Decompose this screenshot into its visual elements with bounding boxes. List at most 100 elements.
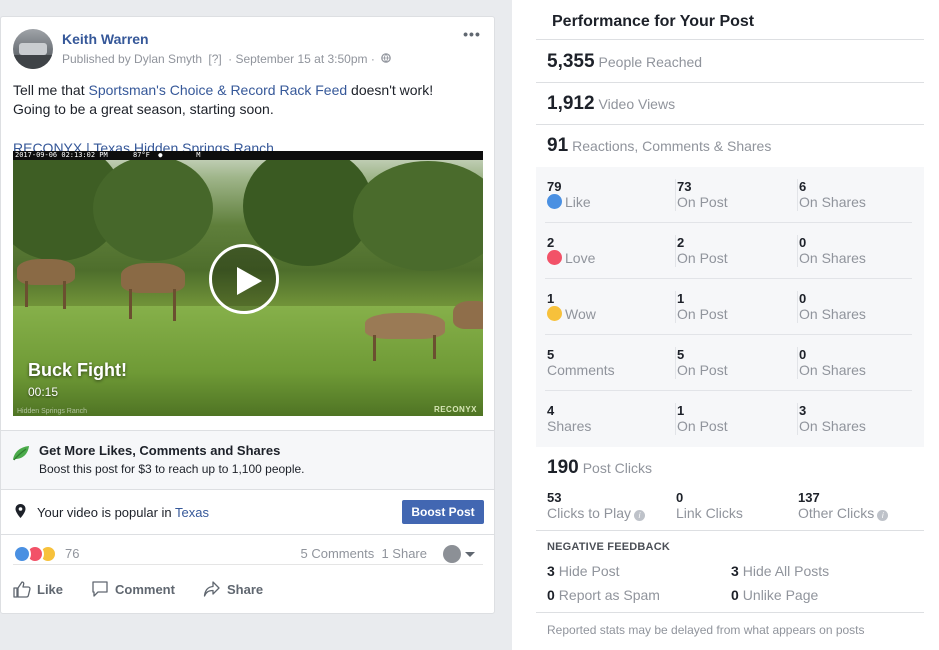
- love-on-post-cell: 2 On Post: [675, 235, 728, 267]
- hide-post-label: Hide Post: [558, 563, 620, 579]
- love-on-shares-cell: 0 On Shares: [797, 235, 866, 267]
- reaction-icons[interactable]: [13, 545, 65, 563]
- comments-on-post-label: On Post: [677, 362, 728, 378]
- post-text-line2: Going to be a great season, starting soo…: [13, 101, 274, 117]
- love-on-shares-value: 0: [799, 235, 807, 250]
- comments-total-value: 5: [547, 347, 555, 362]
- reaction-count[interactable]: 76: [65, 546, 79, 561]
- people-reached-value: 5,355: [547, 51, 595, 72]
- author-avatar[interactable]: [13, 29, 53, 69]
- boost-post-button[interactable]: Boost Post: [402, 500, 484, 524]
- engagement-label: Reactions, Comments & Shares: [572, 138, 772, 154]
- post-header: Keith Warren Published by Dylan Smyth [?…: [13, 27, 482, 71]
- comments-on-post-value: 5: [677, 347, 685, 362]
- comment-button[interactable]: Comment: [91, 577, 191, 603]
- performance-panel: Performance for Your Post 5,355 People Re…: [512, 0, 939, 650]
- like-on-shares-cell: 6 On Shares: [797, 179, 866, 211]
- hide-post-value: 3: [547, 563, 555, 579]
- boost-promo[interactable]: Get More Likes, Comments and Shares Boos…: [1, 430, 494, 490]
- share-button[interactable]: Share: [203, 577, 283, 603]
- wow-on-post-value: 1: [677, 291, 685, 306]
- more-options-icon[interactable]: •••: [462, 27, 482, 45]
- chevron-down-icon[interactable]: [465, 552, 475, 557]
- like-total-cell: 79 Like: [547, 179, 591, 211]
- other-clicks-value: 137: [798, 490, 820, 505]
- popular-place-link[interactable]: Texas: [175, 505, 209, 520]
- wow-on-post-label: On Post: [677, 306, 728, 322]
- post-text-pre: Tell me that: [13, 82, 89, 98]
- wow-total-cell: 1 Wow: [547, 291, 596, 323]
- like-reaction-icon: [13, 545, 31, 563]
- clicks-to-play-label: Clicks to Play: [547, 505, 632, 521]
- video-views-stat: 1,912 Video Views: [547, 93, 675, 115]
- post-clicks-value: 190: [547, 457, 579, 478]
- info-icon[interactable]: i: [877, 510, 889, 521]
- shares-on-post-value: 1: [677, 403, 685, 418]
- love-on-post-label: On Post: [677, 250, 728, 266]
- thumbs-up-icon: [13, 581, 31, 598]
- people-reached-stat: 5,355 People Reached: [547, 51, 702, 73]
- like-button[interactable]: Like: [13, 577, 73, 603]
- video-views-label: Video Views: [598, 96, 676, 112]
- post-card: Keith Warren Published by Dylan Smyth [?…: [0, 16, 495, 614]
- post-clicks-label: Post Clicks: [582, 460, 652, 476]
- video-player[interactable]: 2017-09-06 02:13:02 PM 87°F ● M Buck Fig…: [13, 151, 483, 416]
- viewer-avatar[interactable]: [443, 545, 461, 563]
- shares-total-cell: 4 Shares: [547, 403, 591, 435]
- wow-on-shares-cell: 0 On Shares: [797, 291, 866, 323]
- video-overlay-text: Hidden Springs Ranch: [17, 408, 88, 415]
- shares-on-shares-value: 3: [799, 403, 807, 418]
- like-reaction-icon: [547, 194, 562, 209]
- stats-footnote: Reported stats may be delayed from what …: [547, 623, 865, 637]
- author-name[interactable]: Keith Warren: [62, 31, 149, 47]
- love-total-cell: 2 Love: [547, 235, 595, 267]
- help-marker[interactable]: [?]: [208, 52, 221, 66]
- divider: [536, 124, 924, 125]
- other-clicks-cell: 137 Other Clicks i: [798, 490, 889, 522]
- post-actions: Like Comment Share: [13, 577, 483, 607]
- play-icon[interactable]: [209, 244, 279, 314]
- divider: [536, 82, 924, 83]
- post-text-link[interactable]: Sportsman's Choice & Record Rack Feed: [88, 82, 347, 98]
- hide-post-stat: 3 Hide Post: [547, 563, 620, 579]
- published-by: Published by Dylan Smyth: [62, 52, 203, 66]
- comments-on-shares-value: 0: [799, 347, 807, 362]
- wow-total-label: Wow: [565, 306, 596, 322]
- report-spam-stat: 0 Report as Spam: [547, 587, 660, 603]
- comments-total-cell: 5 Comments: [547, 347, 615, 379]
- shares-on-shares-cell: 3 On Shares: [797, 403, 866, 435]
- negative-feedback-title: NEGATIVE FEEDBACK: [547, 541, 670, 553]
- share-arrow-icon: [203, 581, 220, 597]
- post-text-post: doesn't work!: [347, 82, 434, 98]
- shares-count[interactable]: 1 Share: [381, 546, 427, 561]
- comments-on-post-cell: 5 On Post: [675, 347, 728, 379]
- post-timestamp[interactable]: · September 15 at 3:50pm ·: [228, 52, 375, 66]
- comments-count[interactable]: 5 Comments: [301, 546, 375, 561]
- location-pin-icon: [15, 504, 26, 518]
- people-reached-label: People Reached: [598, 54, 703, 70]
- wow-on-post-cell: 1 On Post: [675, 291, 728, 323]
- like-on-post-cell: 73 On Post: [675, 179, 728, 211]
- unlike-page-stat: 0 Unlike Page: [731, 587, 818, 603]
- like-on-shares-value: 6: [799, 179, 807, 194]
- shares-total-value: 4: [547, 403, 555, 418]
- wow-total-value: 1: [547, 291, 555, 306]
- reaction-row-shares: 4 Shares 1 On Post 3 On Shares: [536, 391, 924, 447]
- like-on-post-label: On Post: [677, 194, 728, 210]
- reaction-row-comments: 5 Comments 5 On Post 0 On Shares: [536, 335, 924, 391]
- clicks-breakdown: 53 Clicks to Play i 0 Link Clicks 137 Oth…: [536, 490, 924, 526]
- love-on-shares-label: On Shares: [799, 250, 866, 266]
- leaf-icon: [12, 444, 30, 462]
- hide-all-posts-stat: 3 Hide All Posts: [731, 563, 829, 579]
- reaction-row-like: 79 Like 73 On Post 6 On Shares: [536, 167, 924, 223]
- shares-on-post-cell: 1 On Post: [675, 403, 728, 435]
- other-clicks-label: Other Clicks: [798, 505, 875, 521]
- info-icon[interactable]: i: [634, 510, 646, 521]
- comments-total-label: Comments: [547, 362, 615, 378]
- promo-title: Get More Likes, Comments and Shares: [39, 443, 281, 458]
- unlike-label: Unlike Page: [742, 587, 819, 603]
- comments-on-shares-label: On Shares: [799, 362, 866, 378]
- clicks-to-play-value: 53: [547, 490, 562, 505]
- love-on-post-value: 2: [677, 235, 685, 250]
- reconyx-watermark: RECONYX: [433, 405, 477, 414]
